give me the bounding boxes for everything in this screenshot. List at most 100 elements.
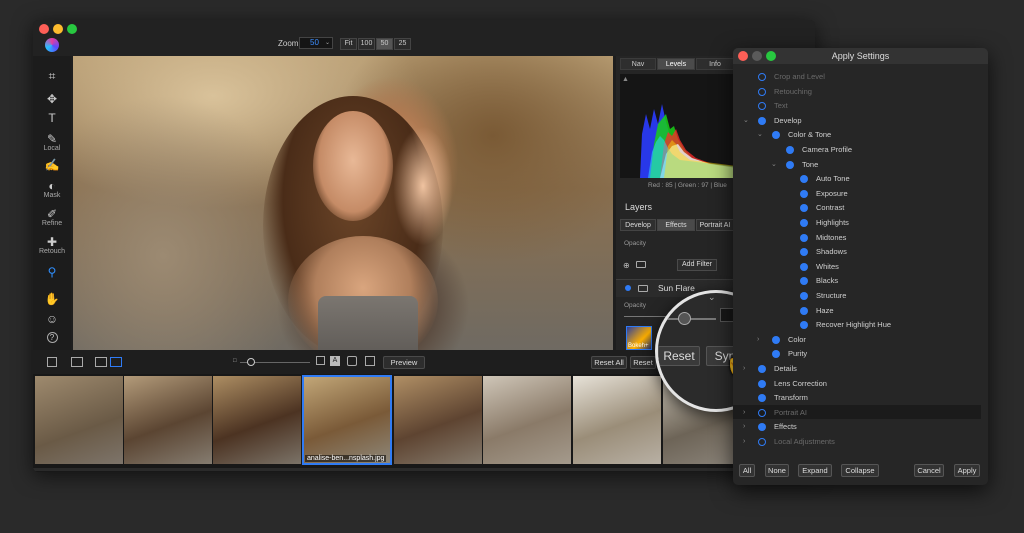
include-toggle[interactable] xyxy=(800,189,808,198)
label-icon[interactable]: A xyxy=(330,356,340,366)
chevron-right-icon[interactable]: › xyxy=(743,406,745,420)
add-layer-icon[interactable]: ⊕ xyxy=(623,261,630,270)
person-tool[interactable]: ☺ xyxy=(33,313,71,325)
include-toggle[interactable] xyxy=(758,438,766,446)
include-toggle[interactable] xyxy=(772,335,780,344)
include-toggle[interactable] xyxy=(800,219,808,227)
layer-tab-effects[interactable]: Effects xyxy=(657,219,695,231)
tree-row[interactable]: Text xyxy=(733,99,983,113)
zoom-fit-button[interactable]: Fit xyxy=(340,38,357,50)
include-toggle[interactable] xyxy=(758,116,766,125)
layer-tab-develop[interactable]: Develop xyxy=(620,219,656,231)
tree-row[interactable]: › Details xyxy=(733,362,983,376)
maximize-window-button[interactable] xyxy=(67,24,77,34)
include-toggle[interactable] xyxy=(800,204,808,213)
include-toggle[interactable] xyxy=(800,262,808,271)
filmstrip-thumb[interactable] xyxy=(213,376,301,464)
apply-button[interactable]: Apply xyxy=(954,464,980,477)
hand-tool[interactable]: ✋ xyxy=(33,293,71,305)
thumb-size-knob[interactable] xyxy=(247,358,255,366)
include-toggle[interactable] xyxy=(786,146,794,154)
include-toggle[interactable] xyxy=(758,379,766,388)
retouch-tool[interactable]: ✚ Retouch xyxy=(33,236,71,255)
tree-row[interactable]: Lens Correction xyxy=(733,377,983,391)
chevron-down-icon[interactable]: ⌄ xyxy=(771,158,777,172)
tab-levels[interactable]: Levels xyxy=(657,58,695,70)
tree-row[interactable]: ⌄ Develop xyxy=(733,114,983,128)
tree-row[interactable]: Blacks xyxy=(733,274,983,288)
refine-tool[interactable]: ✐ Refine xyxy=(33,208,71,227)
include-toggle[interactable] xyxy=(800,175,808,184)
tree-row[interactable]: Haze xyxy=(733,304,983,318)
include-toggle[interactable] xyxy=(758,423,766,432)
layer-enabled-dot[interactable] xyxy=(625,285,631,291)
include-toggle[interactable] xyxy=(800,321,808,330)
tree-row[interactable]: ⌄ Tone xyxy=(733,158,983,172)
include-toggle[interactable] xyxy=(772,350,780,359)
single-view-icon[interactable] xyxy=(47,357,57,367)
tree-row[interactable]: Auto Tone xyxy=(733,172,983,186)
include-toggle[interactable] xyxy=(758,73,766,81)
tab-info[interactable]: Info xyxy=(696,58,734,70)
tree-row[interactable]: ⌄ Color & Tone xyxy=(733,128,983,142)
collapse-button[interactable]: Collapse xyxy=(841,464,879,477)
magnified-reset-button[interactable]: Reset xyxy=(658,346,700,366)
crop-tool[interactable]: ⌗ xyxy=(33,70,71,82)
brush-tool[interactable]: ✍ xyxy=(33,159,71,171)
tree-row[interactable]: Crop and Level xyxy=(733,70,983,84)
zoom-25-button[interactable]: 25 xyxy=(394,38,411,50)
cancel-button[interactable]: Cancel xyxy=(914,464,944,477)
tree-row[interactable]: › Local Adjustments xyxy=(733,435,983,449)
reset-button[interactable]: Reset xyxy=(630,356,656,369)
tree-row[interactable]: Shadows xyxy=(733,245,983,259)
mask-overlay-icon[interactable] xyxy=(347,356,357,366)
layer-tab-portrait-ai[interactable]: Portrait AI xyxy=(696,219,734,231)
chevron-right-icon[interactable]: › xyxy=(743,435,745,449)
tree-row[interactable]: › Portrait AI xyxy=(733,406,983,420)
local-tool[interactable]: ✎ Local xyxy=(33,133,71,152)
clip-warning-icon[interactable]: ▲ xyxy=(622,76,629,83)
filmstrip-view-icon[interactable] xyxy=(95,357,107,367)
expand-button[interactable]: Expand xyxy=(798,464,832,477)
tab-nav[interactable]: Nav xyxy=(620,58,656,70)
maximize-dialog-button[interactable] xyxy=(766,51,776,61)
include-toggle[interactable] xyxy=(758,408,766,417)
chevron-down-icon[interactable]: ⌄ xyxy=(757,128,763,142)
tree-row[interactable]: › Effects xyxy=(733,420,983,434)
include-toggle[interactable] xyxy=(800,277,808,286)
zoom-select[interactable]: 50 ⌄ xyxy=(299,37,333,49)
bokeh-preset-thumb[interactable]: Bokeh+ xyxy=(626,326,652,350)
help-tool[interactable]: ? xyxy=(33,332,71,343)
tree-row[interactable]: Whites xyxy=(733,260,983,274)
tree-row[interactable]: Contrast xyxy=(733,201,983,215)
chevron-right-icon[interactable]: › xyxy=(757,333,759,347)
none-button[interactable]: None xyxy=(765,464,789,477)
include-toggle[interactable] xyxy=(800,233,808,242)
tree-row[interactable]: Camera Profile xyxy=(733,143,983,157)
preview-button[interactable]: Preview xyxy=(383,356,425,369)
layer-visibility-icon[interactable] xyxy=(638,285,648,292)
include-toggle[interactable] xyxy=(800,248,808,257)
filmstrip-scrollbar[interactable] xyxy=(33,468,815,471)
reset-all-button[interactable]: Reset All xyxy=(591,356,627,369)
before-after-icon[interactable] xyxy=(365,356,375,366)
mask-tool[interactable]: ◐ Mask xyxy=(33,180,71,199)
add-filter-button[interactable]: Add Filter xyxy=(677,259,717,271)
main-photo-canvas[interactable] xyxy=(73,56,613,350)
grid-view-icon[interactable] xyxy=(110,357,122,367)
include-toggle[interactable] xyxy=(772,131,780,140)
text-tool[interactable]: T xyxy=(33,112,71,124)
opacity-slider-knob[interactable] xyxy=(678,312,691,325)
tree-row[interactable]: Recover Highlight Hue xyxy=(733,318,983,332)
close-dialog-button[interactable] xyxy=(738,51,748,61)
tree-row[interactable]: Purity xyxy=(733,347,983,361)
compare-view-icon[interactable] xyxy=(71,357,83,367)
filmstrip-thumb[interactable] xyxy=(124,376,212,464)
include-toggle[interactable] xyxy=(758,365,766,373)
include-toggle[interactable] xyxy=(786,160,794,169)
filmstrip-thumb-selected[interactable]: analise-ben...nsplash.jpg xyxy=(302,375,392,465)
filmstrip-thumb[interactable] xyxy=(394,376,482,464)
move-tool[interactable]: ✥ xyxy=(33,93,71,105)
chevron-down-icon[interactable]: ⌄ xyxy=(743,114,749,128)
zoom-50-button[interactable]: 50 xyxy=(376,38,393,50)
